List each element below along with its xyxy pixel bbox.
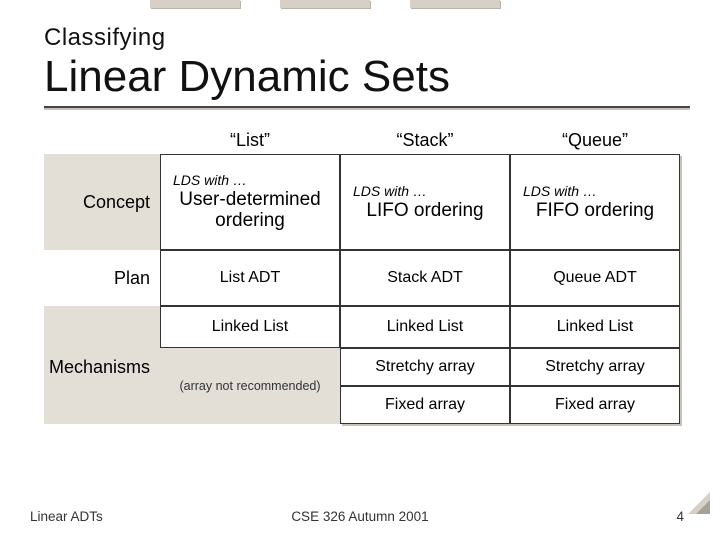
footer-page-number: 4	[676, 509, 684, 524]
heading: Classifying Linear Dynamic Sets	[44, 24, 690, 100]
spacer	[44, 126, 160, 154]
footer-left: Linear ADTs	[30, 509, 103, 524]
comparison-table: “List” “Stack” “Queue” Concept LDS with …	[44, 126, 690, 462]
cell-inner: LDS with … FIFO ordering	[517, 157, 673, 247]
plan-queue: Queue ADT	[510, 250, 680, 306]
mech-queue-linked: Linked List	[510, 306, 680, 348]
concept-queue-text: FIFO ordering	[536, 201, 654, 222]
row-label-mechanisms: Mechanisms	[44, 348, 160, 386]
slide: Classifying Linear Dynamic Sets “List” “…	[0, 0, 720, 540]
heading-rule	[44, 106, 690, 108]
page-curl-icon	[688, 492, 710, 514]
mech-list-note-cell: (array not recommended)	[160, 348, 340, 424]
lds-prefix: LDS with …	[517, 183, 597, 199]
concept-queue: LDS with … FIFO ordering	[510, 154, 680, 250]
concept-stack-text: LIFO ordering	[366, 201, 483, 222]
mech-queue-stretchy: Stretchy array	[510, 348, 680, 386]
mech-stack-linked: Linked List	[340, 306, 510, 348]
row-label-plan: Plan	[44, 250, 160, 306]
mech-stack-stretchy: Stretchy array	[340, 348, 510, 386]
concept-list-text: User-determined ordering	[167, 190, 333, 232]
concept-stack: LDS with … LIFO ordering	[340, 154, 510, 250]
mech-queue-fixed: Fixed array	[510, 386, 680, 424]
col-header-list: “List”	[160, 126, 340, 154]
lds-prefix: LDS with …	[347, 183, 427, 199]
page-title: Linear Dynamic Sets	[44, 54, 690, 100]
kicker: Classifying	[44, 24, 690, 52]
decorative-tabs	[150, 0, 500, 8]
concept-list: LDS with … User-determined ordering	[160, 154, 340, 250]
lds-prefix: LDS with …	[167, 172, 247, 188]
spacer	[44, 386, 160, 424]
footer: Linear ADTs CSE 326 Autumn 2001 4	[0, 509, 720, 524]
plan-list: List ADT	[160, 250, 340, 306]
mech-list-linked: Linked List	[160, 306, 340, 348]
cell-inner: LDS with … LIFO ordering	[347, 157, 503, 247]
footer-center: CSE 326 Autumn 2001	[0, 509, 720, 524]
spacer	[44, 306, 160, 348]
cell-inner: LDS with … User-determined ordering	[167, 157, 333, 247]
tab-decor	[280, 0, 370, 8]
plan-stack: Stack ADT	[340, 250, 510, 306]
col-header-queue: “Queue”	[510, 126, 680, 154]
col-header-stack: “Stack”	[340, 126, 510, 154]
tab-decor	[150, 0, 240, 8]
mech-stack-fixed: Fixed array	[340, 386, 510, 424]
tab-decor	[410, 0, 500, 8]
row-label-concept: Concept	[44, 154, 160, 250]
mech-list-note: (array not recommended)	[179, 379, 320, 393]
